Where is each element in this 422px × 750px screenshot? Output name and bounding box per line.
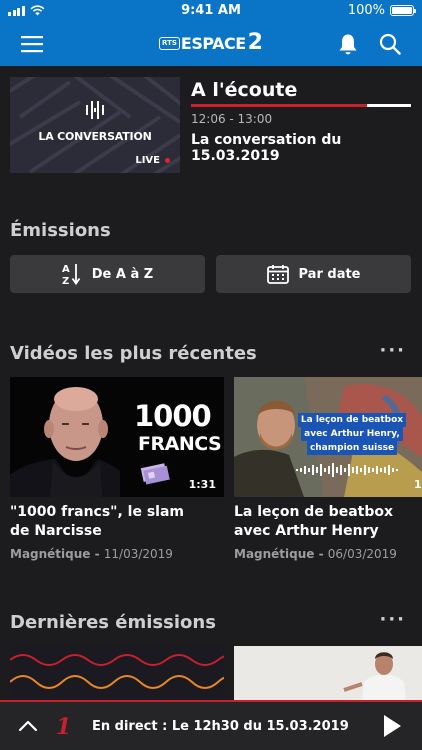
calendar-icon	[266, 265, 289, 284]
search-icon	[379, 33, 401, 55]
live-thumbnail[interactable]: LA CONVERSATION LIVE	[10, 77, 180, 173]
expand-player-button[interactable]	[10, 702, 46, 750]
live-dot-icon	[165, 158, 170, 163]
video-duration-1: 1:31	[188, 478, 216, 491]
video-program-1: Magnétique -	[10, 547, 104, 561]
search-button[interactable]	[368, 22, 412, 66]
thumbnail-overlay-line-1: 1000	[134, 399, 212, 433]
live-thumbnail-title: LA CONVERSATION	[38, 130, 152, 143]
filter-by-date-label: Par date	[298, 266, 361, 282]
filter-a-z-label: De A à Z	[91, 266, 154, 282]
logo-name: ESPACE	[180, 33, 246, 53]
filter-by-date-button[interactable]: Par date	[216, 255, 411, 293]
recent-videos-heading: Vidéos les plus récentes	[10, 343, 257, 364]
latest-shows-more-button[interactable]: ···	[379, 609, 406, 630]
now-playing-heading: A l'écoute	[191, 79, 298, 101]
player-label: En direct : Le 12h30 du 15.03.2019	[92, 719, 349, 734]
person-illustration	[234, 646, 422, 700]
logo-number: 2	[247, 30, 263, 55]
video-title-1[interactable]: "1000 francs", le slam de Narcisse	[10, 503, 200, 541]
video-date-2: 06/03/2019	[327, 547, 397, 561]
battery-icon	[390, 5, 416, 16]
video-duration-2: 1	[414, 478, 422, 491]
logo-rts: RTS	[159, 36, 180, 50]
progress-fill	[191, 104, 367, 107]
thumbnail-overlay-line-2: FRANCS	[138, 433, 222, 455]
video-thumbnail-1[interactable]: 1000 FRANCS 1:31	[10, 377, 224, 497]
caption-line-2: avec Arthur Henry,	[301, 427, 403, 441]
video-meta-2: Magnétique - 06/03/2019	[234, 547, 397, 561]
bell-icon	[339, 34, 357, 54]
latest-show-thumbnail-1[interactable]	[10, 646, 224, 700]
caption-line-3: champion suisse	[306, 441, 398, 455]
live-badge: LIVE	[135, 155, 170, 166]
video-meta-1: Magnétique - 11/03/2019	[10, 547, 173, 561]
caption-line-1: La leçon de beatbox	[297, 413, 407, 427]
play-button[interactable]	[372, 702, 412, 750]
wave-illustration	[10, 654, 224, 689]
video-program-2: Magnétique -	[234, 547, 328, 561]
svg-text:Z: Z	[62, 276, 69, 286]
recent-videos-more-button[interactable]: ···	[379, 340, 406, 361]
svg-text:A: A	[62, 264, 70, 275]
mini-player: 1 En direct : Le 12h30 du 15.03.2019	[0, 700, 422, 750]
channel-number: 1	[56, 714, 72, 740]
status-bar: 9:41 AM 100%	[0, 0, 422, 22]
video-date-1: 11/03/2019	[103, 547, 173, 561]
chevron-up-icon	[18, 720, 38, 732]
notifications-button[interactable]	[326, 22, 370, 66]
podcast-wave-icon	[86, 101, 104, 119]
video-title-2[interactable]: La leçon de beatbox avec Arthur Henry	[234, 503, 412, 541]
latest-shows-heading: Dernières émissions	[10, 612, 216, 633]
audio-waveform	[296, 463, 398, 477]
play-icon	[384, 715, 401, 737]
thumbnail-caption: La leçon de beatbox avec Arthur Henry, c…	[292, 413, 412, 455]
video-thumbnail-2[interactable]: La leçon de beatbox avec Arthur Henry, c…	[234, 377, 422, 497]
now-playing-title[interactable]: La conversation du 15.03.2019	[191, 132, 422, 164]
now-playing-progress	[191, 104, 411, 107]
filter-a-z-button[interactable]: A Z De A à Z	[10, 255, 205, 293]
sort-az-icon: A Z	[62, 264, 81, 286]
latest-show-thumbnail-2[interactable]	[234, 646, 422, 700]
emissions-heading: Émissions	[10, 220, 111, 241]
now-playing-time: 12:06 - 13:00	[191, 112, 273, 126]
nav-bar: RTS ESPACE 2	[0, 22, 422, 66]
battery-percent: 100%	[347, 3, 385, 18]
live-label: LIVE	[135, 155, 160, 166]
